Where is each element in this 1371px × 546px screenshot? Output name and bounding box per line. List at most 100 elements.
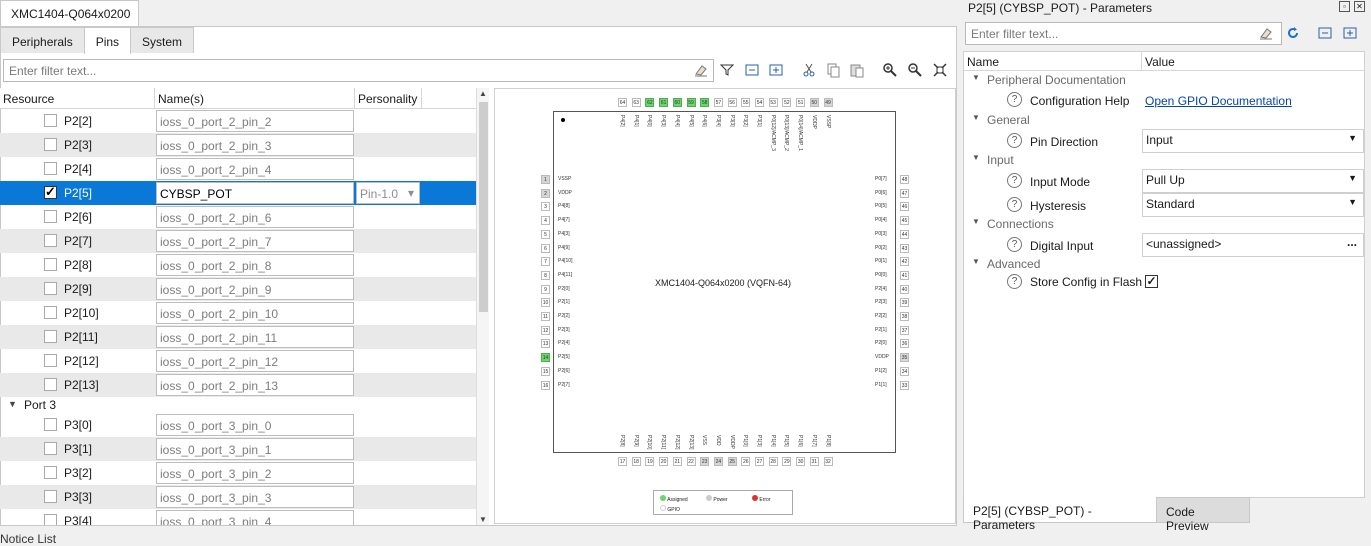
help-icon[interactable]: ?: [1007, 173, 1022, 188]
pin-enable-checkbox[interactable]: [44, 490, 57, 503]
chip-pin[interactable]: 55: [741, 98, 751, 107]
expand-all-icon[interactable]: [1341, 24, 1359, 42]
chip-pin[interactable]: 58: [700, 98, 710, 107]
chip-pin[interactable]: 35: [900, 353, 909, 363]
pin-enable-checkbox[interactable]: [44, 466, 57, 479]
scroll-thumb[interactable]: [479, 102, 488, 312]
table-row[interactable]: P2[9] ioss_0_port_2_pin_9: [0, 277, 476, 301]
pin-name-field[interactable]: ioss_0_port_2_pin_4: [156, 158, 354, 180]
chip-pin[interactable]: 45: [900, 216, 909, 226]
table-row[interactable]: P2[12] ioss_0_port_2_pin_12: [0, 349, 476, 373]
zoom-out-icon[interactable]: [906, 61, 924, 79]
pin-name-field[interactable]: ioss_0_port_2_pin_7: [156, 230, 354, 252]
pin-name-field[interactable]: ioss_0_port_2_pin_10: [156, 302, 354, 324]
collapse-arrow-icon[interactable]: ▼: [8, 399, 17, 409]
chip-pin[interactable]: 62: [645, 98, 655, 107]
chip-pin[interactable]: 5: [541, 229, 550, 239]
chip-pin[interactable]: 31: [809, 457, 819, 466]
chip-pin[interactable]: 56: [727, 98, 737, 107]
refresh-icon[interactable]: [1284, 24, 1302, 42]
pin-enable-checkbox[interactable]: [44, 138, 57, 151]
chip-pin[interactable]: 13: [541, 339, 550, 349]
chip-pin[interactable]: 11: [541, 312, 550, 321]
chip-pin[interactable]: 47: [900, 188, 909, 198]
pin-name-field[interactable]: CYBSP_POT: [156, 182, 354, 204]
tab-code-preview[interactable]: Code Preview: [1156, 497, 1250, 533]
category-advanced[interactable]: ▼ Advanced: [964, 257, 1364, 273]
help-icon[interactable]: ?: [1007, 237, 1022, 252]
chip-pin[interactable]: 9: [541, 284, 550, 294]
hysteresis-select[interactable]: Standard ▼: [1142, 193, 1364, 217]
chip-pin[interactable]: 16: [541, 380, 550, 390]
notice-list-tab[interactable]: Notice List: [0, 532, 56, 546]
pin-name-field[interactable]: ioss_0_port_2_pin_12: [156, 350, 354, 372]
filter-icon[interactable]: [718, 61, 736, 79]
expand-all-icon[interactable]: [767, 61, 785, 79]
pins-scrollbar[interactable]: ▲ ▼: [476, 88, 489, 525]
chip-pin[interactable]: 48: [900, 175, 909, 184]
pin-name-field[interactable]: ioss_0_port_3_pin_1: [156, 438, 354, 460]
pin-name-field[interactable]: ioss_0_port_3_pin_4: [156, 510, 354, 525]
chip-pin[interactable]: 59: [686, 98, 696, 107]
chip-pin[interactable]: 30: [796, 457, 806, 466]
chip-pin[interactable]: 28: [768, 457, 778, 466]
pin-name-field[interactable]: ioss_0_port_2_pin_6: [156, 206, 354, 228]
pin-enable-checkbox[interactable]: [44, 418, 57, 431]
pin-enable-checkbox[interactable]: [44, 210, 57, 223]
pin-enable-checkbox[interactable]: [44, 442, 57, 455]
pins-filter-input[interactable]: Enter filter text...: [3, 59, 714, 82]
chip-pin[interactable]: 14: [541, 353, 550, 363]
pin-name-field[interactable]: ioss_0_port_2_pin_9: [156, 278, 354, 300]
pin-enable-checkbox[interactable]: [44, 184, 57, 200]
collapse-arrow-icon[interactable]: ▼: [972, 153, 980, 162]
collapse-arrow-icon[interactable]: ▼: [972, 257, 980, 266]
copy-icon[interactable]: [824, 61, 842, 79]
chip-pin[interactable]: 26: [741, 457, 751, 466]
pin-enable-checkbox[interactable]: [44, 282, 57, 295]
chip-pin[interactable]: 52: [782, 98, 792, 107]
table-row[interactable]: P3[4] ioss_0_port_3_pin_4: [0, 509, 476, 525]
pin-name-field[interactable]: ioss_0_port_2_pin_13: [156, 374, 354, 396]
pin-name-field[interactable]: ioss_0_port_2_pin_2: [156, 110, 354, 132]
help-icon[interactable]: ?: [1007, 274, 1022, 289]
pin-enable-checkbox[interactable]: [44, 114, 57, 127]
chip-pin[interactable]: 12: [541, 325, 550, 335]
chip-pin[interactable]: 22: [686, 457, 696, 466]
tab-peripherals[interactable]: Peripherals: [0, 27, 85, 53]
pin-direction-select[interactable]: Input ▼: [1142, 129, 1364, 153]
chip-pin[interactable]: 24: [713, 457, 723, 466]
chip-pin[interactable]: 44: [900, 229, 909, 239]
chip-pin[interactable]: 46: [900, 202, 909, 212]
chip-pin[interactable]: 40: [900, 284, 909, 294]
chip-pin[interactable]: 51: [796, 98, 806, 107]
table-row[interactable]: P2[11] ioss_0_port_2_pin_11: [0, 325, 476, 349]
collapse-arrow-icon[interactable]: ▼: [972, 217, 980, 226]
collapse-all-icon[interactable]: [1316, 24, 1334, 42]
store-config-checkbox[interactable]: ✓: [1145, 275, 1158, 288]
category-input[interactable]: ▼ Input: [964, 153, 1364, 169]
pin-enable-checkbox[interactable]: [44, 258, 57, 271]
chip-pin[interactable]: 34: [900, 366, 909, 376]
pin-enable-checkbox[interactable]: [44, 234, 57, 247]
chip-pin[interactable]: 33: [900, 380, 909, 390]
close-icon[interactable]: ✕: [1354, 1, 1365, 12]
table-row[interactable]: P2[3] ioss_0_port_2_pin_3: [0, 133, 476, 157]
table-row[interactable]: P2[6] ioss_0_port_2_pin_6: [0, 205, 476, 229]
pin-enable-checkbox[interactable]: [44, 354, 57, 367]
chip-pin[interactable]: 7: [541, 257, 550, 267]
chip-pin[interactable]: 21: [672, 457, 682, 466]
col-name[interactable]: Name: [964, 52, 1142, 71]
input-mode-select[interactable]: Pull Up ▼: [1142, 169, 1364, 193]
tab-system[interactable]: System: [130, 27, 195, 53]
table-row[interactable]: P2[5] CYBSP_POTPin-1.0: [0, 181, 476, 205]
pin-name-field[interactable]: ioss_0_port_3_pin_2: [156, 462, 354, 484]
col-value[interactable]: Value: [1142, 52, 1364, 71]
fit-to-view-icon[interactable]: [931, 61, 949, 79]
help-icon[interactable]: ?: [1007, 133, 1022, 148]
pin-enable-checkbox[interactable]: [44, 162, 57, 175]
pin-enable-checkbox[interactable]: [44, 330, 57, 343]
category-connections[interactable]: ▼ Connections: [964, 217, 1364, 233]
table-row[interactable]: P3[0] ioss_0_port_3_pin_0: [0, 413, 476, 437]
chip-pin[interactable]: 41: [900, 270, 909, 280]
chip-pin[interactable]: 64: [618, 98, 627, 107]
